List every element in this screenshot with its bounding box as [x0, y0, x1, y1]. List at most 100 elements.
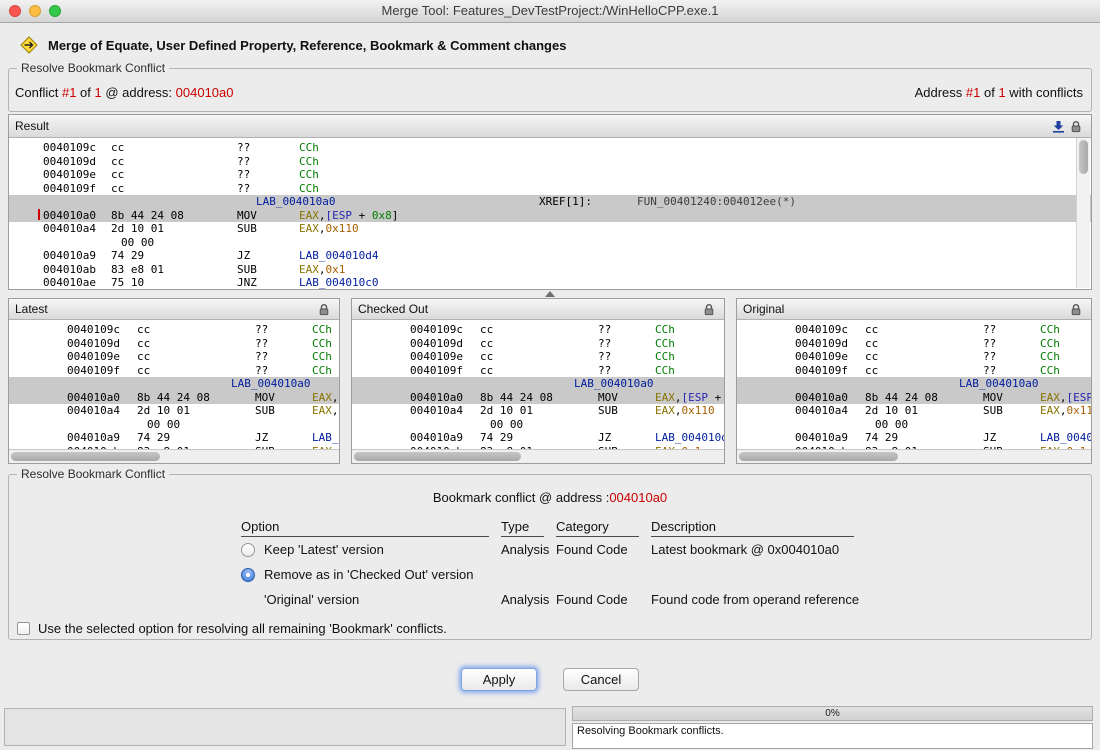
listing-row[interactable]: 004010a42d 10 01SUBEAX,0x110 [352, 404, 724, 418]
listing-bytes: 74 29 [111, 249, 144, 263]
listing-operand: EAX,[ESP + 0x8] [655, 391, 724, 405]
listing-address: 004010a9 [795, 431, 848, 445]
listing-row[interactable]: 0040109ecc??CCh [737, 350, 1091, 364]
listing-label-row[interactable]: LAB_004010a0XREF[1]:FUN_00401240:004012e… [9, 377, 339, 391]
listing-row[interactable]: 0040109fcc??CCh [9, 182, 1091, 196]
latest-horizontal-scrollbar[interactable] [9, 449, 339, 463]
listing-row[interactable]: 0040109fcc??CCh [352, 364, 724, 378]
category-column-header: Category [556, 519, 639, 537]
listing-row[interactable]: 004010a974 29JZLAB_004010d4 [9, 249, 1091, 263]
listing-label-row[interactable]: LAB_004010a0XREF[1]:FUN_00401240:004012e… [352, 377, 724, 391]
apply-to-all-label[interactable]: Use the selected option for resolving al… [38, 621, 447, 636]
listing-row[interactable]: 004010a08b 44 24 08MOVEAX,[ESP + 0x8] [737, 391, 1091, 405]
apply-to-all-checkbox[interactable] [17, 622, 30, 635]
listing-operand: CCh [655, 364, 675, 378]
listing-row[interactable]: 0040109ccc??CCh [9, 141, 1091, 155]
panel-title: Result [15, 119, 1049, 133]
listing-mnemonic: JZ [255, 431, 268, 445]
listing-row[interactable]: 004010a42d 10 01SUBEAX,0x110 [9, 404, 339, 418]
lock-icon[interactable] [1067, 301, 1085, 317]
close-button[interactable] [9, 5, 21, 17]
listing-row[interactable]: 0040109ecc??CCh [352, 350, 724, 364]
status-right-panel: 0% Resolving Bookmark conflicts. [572, 706, 1093, 750]
listing-address: 0040109f [43, 182, 96, 196]
result-listing[interactable]: 0040109ccc??CCh0040109dcc??CCh0040109ecc… [9, 138, 1091, 290]
original-listing[interactable]: 0040109ccc??CCh0040109dcc??CCh0040109ecc… [737, 320, 1091, 455]
listing-row[interactable]: 0040109ecc??CCh [9, 350, 339, 364]
listing-bytes: 2d 10 01 [111, 222, 164, 236]
listing-bytes: 2d 10 01 [137, 404, 190, 418]
listing-operand: EAX,0x1 [299, 263, 345, 277]
original-horizontal-scrollbar[interactable] [737, 449, 1091, 463]
listing-row[interactable]: 004010a08b 44 24 08MOVEAX,[ESP + 0x8] [9, 209, 1091, 223]
scrollbar-thumb[interactable] [739, 452, 898, 461]
listing-bytes: 2d 10 01 [480, 404, 533, 418]
listing-row[interactable]: 0040109dcc??CCh [9, 337, 339, 351]
listing-row[interactable]: 00 00 [352, 418, 724, 432]
listing-row[interactable]: 004010a974 29JZLAB_004010d4 [352, 431, 724, 445]
listing-row[interactable]: 004010a42d 10 01SUBEAX,0x110 [737, 404, 1091, 418]
checked-out-panel: Checked Out 0040109ccc??CCh0040109dcc??C… [351, 298, 725, 464]
lock-icon[interactable] [700, 301, 718, 317]
checked-out-listing[interactable]: 0040109ccc??CCh0040109dcc??CCh0040109ecc… [352, 320, 724, 455]
listing-row[interactable]: 0040109fcc??CCh [9, 364, 339, 378]
lock-icon[interactable] [1067, 118, 1085, 134]
listing-row[interactable]: 004010ab83 e8 01SUBEAX,0x1 [9, 263, 1091, 277]
listing-row[interactable]: 00 00 [737, 418, 1091, 432]
listing-row[interactable]: 0040109ccc??CCh [737, 323, 1091, 337]
scrollbar-thumb[interactable] [354, 452, 521, 461]
listing-row[interactable]: 004010a974 29JZLAB_004010d4 [9, 431, 339, 445]
listing-row[interactable]: 00 00 [9, 236, 1091, 250]
scrollbar-thumb[interactable] [11, 452, 160, 461]
compare-panels-row: Latest 0040109ccc??CCh0040109dcc??CCh004… [8, 298, 1092, 464]
listing-bytes: 8b 44 24 08 [865, 391, 938, 405]
listing-label-row[interactable]: LAB_004010a0XREF[1]:FUN_00401240:004012e… [9, 195, 1091, 209]
result-vertical-scrollbar[interactable] [1076, 138, 1090, 288]
radio-keep-latest[interactable] [241, 543, 255, 557]
listing-row[interactable]: 0040109fcc??CCh [737, 364, 1091, 378]
listing-row[interactable]: 004010a08b 44 24 08MOVEAX,[ESP + 0x8] [9, 391, 339, 405]
latest-listing[interactable]: 0040109ccc??CCh0040109dcc??CCh0040109ecc… [9, 320, 339, 455]
scrollbar-thumb[interactable] [1079, 140, 1088, 174]
original-panel: Original 0040109ccc??CCh0040109dcc??CCh0… [736, 298, 1092, 464]
listing-bytes: 74 29 [480, 431, 513, 445]
listing-address: 0040109c [43, 141, 96, 155]
apply-button[interactable]: Apply [461, 668, 537, 691]
listing-bytes: cc [865, 323, 878, 337]
lock-icon[interactable] [315, 301, 333, 317]
download-icon[interactable] [1049, 118, 1067, 134]
minimize-button[interactable] [29, 5, 41, 17]
listing-row[interactable]: 004010a08b 44 24 08MOVEAX,[ESP + 0x8] [352, 391, 724, 405]
option-type: Analysis [501, 592, 556, 607]
horizontal-splitter[interactable] [8, 290, 1092, 298]
listing-mnemonic: ?? [237, 168, 250, 182]
radio-remove-checked-out[interactable] [241, 568, 255, 582]
option-column-header: Option [241, 519, 489, 537]
option-label[interactable]: Remove as in 'Checked Out' version [264, 567, 473, 582]
listing-bytes: cc [865, 364, 878, 378]
splitter-handle[interactable] [545, 291, 555, 297]
listing-row[interactable]: 00 00 [9, 418, 339, 432]
listing-operand: CCh [1040, 337, 1060, 351]
zoom-button[interactable] [49, 5, 61, 17]
listing-row[interactable]: 004010a42d 10 01SUBEAX,0x110 [9, 222, 1091, 236]
option-table-header: Option Type Category Description [9, 517, 1091, 537]
listing-row[interactable]: 0040109dcc??CCh [9, 155, 1091, 169]
listing-row[interactable]: 0040109dcc??CCh [352, 337, 724, 351]
listing-operand: CCh [312, 323, 332, 337]
listing-row[interactable]: 004010a974 29JZLAB_004010d4 [737, 431, 1091, 445]
listing-address: 004010a9 [43, 249, 96, 263]
listing-row[interactable]: 0040109ccc??CCh [9, 323, 339, 337]
listing-row[interactable]: 004010ae75 10JNZLAB_004010c0 [9, 276, 1091, 290]
listing-row[interactable]: 0040109dcc??CCh [737, 337, 1091, 351]
resolve-bookmark-group: Resolve Bookmark Conflict Bookmark confl… [8, 474, 1092, 640]
listing-operand: LAB_004010c0 [299, 276, 378, 290]
listing-label-row[interactable]: LAB_004010a0XREF[1]:FUN_00401240:004012e… [737, 377, 1091, 391]
listing-mnemonic: ?? [598, 350, 611, 364]
listing-row[interactable]: 0040109ccc??CCh [352, 323, 724, 337]
cancel-button[interactable]: Cancel [563, 668, 639, 691]
listing-row[interactable]: 0040109ecc??CCh [9, 168, 1091, 182]
checked-out-horizontal-scrollbar[interactable] [352, 449, 724, 463]
checked-out-panel-header: Checked Out [352, 299, 724, 320]
option-label[interactable]: Keep 'Latest' version [264, 542, 384, 557]
